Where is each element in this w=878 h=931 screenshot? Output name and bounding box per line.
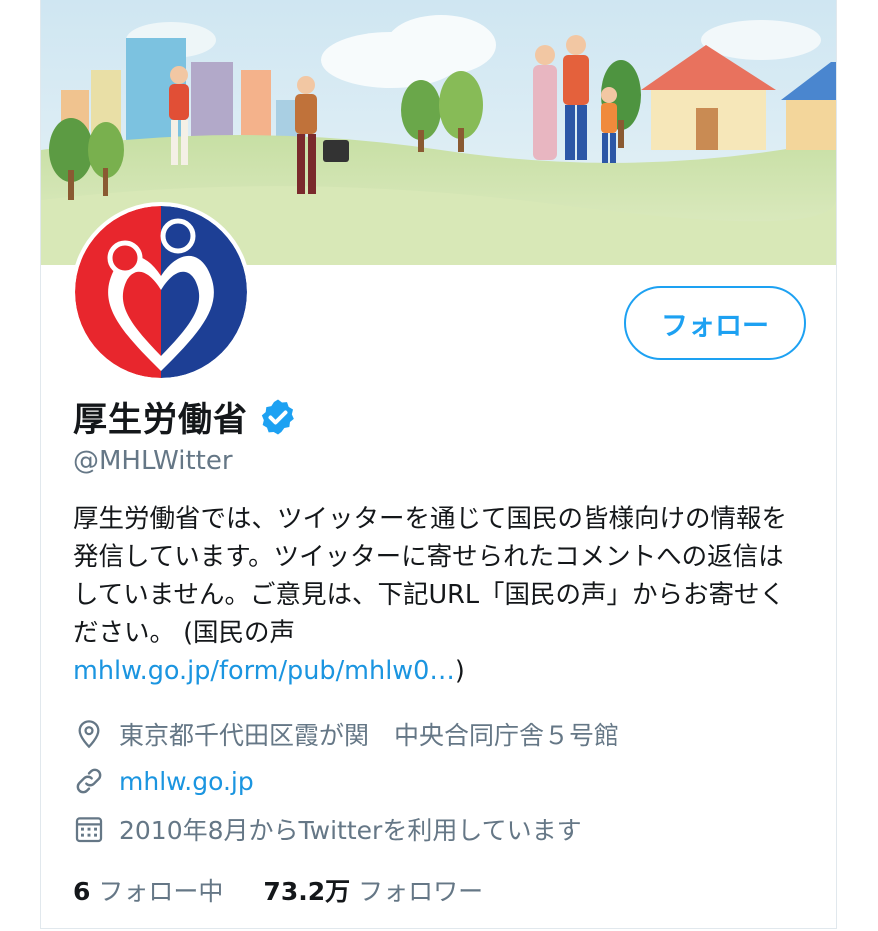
profile-website-link[interactable]: mhlw.go.jp — [119, 767, 254, 796]
following-count: 6 — [73, 877, 91, 906]
followers-count: 73.2万 — [263, 877, 351, 906]
profile-name-row: 厚生労働省 — [73, 392, 298, 441]
followers-label: フォロワー — [358, 877, 484, 906]
bio-text: 厚生労働省では、ツイッターを通じて国民の皆様向けの情報を発信しています。ツイッタ… — [73, 504, 788, 648]
profile-joined: 2010年8月からTwitterを利用しています — [119, 816, 582, 845]
profile-location: 東京都千代田区霞が関 中央合同庁舎５号館 — [119, 721, 620, 750]
following-label: フォロー中 — [98, 877, 224, 906]
profile-card: フォロー 厚生労働省 @MHLWitter 厚生労働省では、ツイッターを通じて国… — [40, 0, 837, 929]
verified-badge-icon — [261, 399, 294, 434]
mhlw-logo-icon — [75, 206, 247, 378]
profile-avatar[interactable] — [71, 202, 251, 382]
calendar-icon — [75, 817, 103, 843]
following-stat[interactable]: 6 フォロー中 — [73, 872, 223, 908]
profile-stats: 6 フォロー中 73.2万 フォロワー — [73, 872, 523, 908]
profile-bio: 厚生労働省では、ツイッターを通じて国民の皆様向けの情報を発信しています。ツイッタ… — [73, 500, 803, 690]
profile-handle: @MHLWitter — [73, 446, 233, 476]
location-pin-icon — [78, 720, 100, 749]
profile-joined-row: 2010年8月からTwitterを利用しています — [73, 811, 582, 847]
followers-stat[interactable]: 73.2万 フォロワー — [263, 872, 483, 908]
follow-button[interactable]: フォロー — [624, 286, 806, 360]
link-icon — [76, 768, 102, 794]
profile-website-row: mhlw.go.jp — [73, 765, 254, 797]
bio-close: ) — [454, 656, 465, 686]
bio-link[interactable]: mhlw.go.jp/form/pub/mhlw0… — [73, 656, 455, 686]
profile-name[interactable]: 厚生労働省 — [73, 392, 248, 441]
profile-location-row: 東京都千代田区霞が関 中央合同庁舎５号館 — [73, 716, 619, 752]
